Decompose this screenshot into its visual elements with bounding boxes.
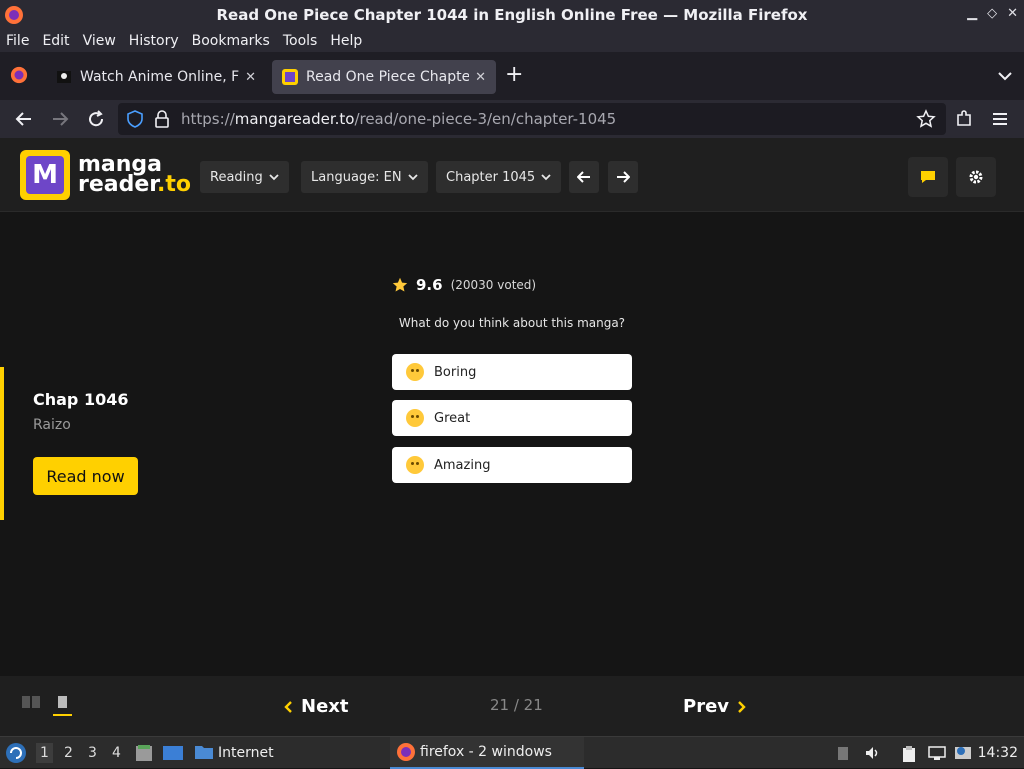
chevron-down-icon xyxy=(269,174,279,181)
tab-label: Read One Piece Chapter xyxy=(306,69,470,85)
menu-history[interactable]: History xyxy=(129,33,179,49)
chevron-right-icon xyxy=(738,700,746,713)
file-manager-icon[interactable] xyxy=(134,743,154,767)
reader-bottom-bar: Next 21 / 21 Prev xyxy=(0,676,1024,736)
logo-mark: M xyxy=(20,150,70,200)
tab-watch-anime[interactable]: Watch Anime Online, Free ✕ xyxy=(46,60,266,94)
taskbar-firefox[interactable]: firefox - 2 windows xyxy=(390,737,584,769)
firefox-icon xyxy=(397,743,415,761)
reader-main: Chap 1046 Raizo Read now 9.6 (20030 vote… xyxy=(0,212,1024,676)
next-chapter-card: Chap 1046 Raizo Read now xyxy=(0,367,200,520)
comments-button[interactable] xyxy=(908,157,948,197)
menu-bookmarks[interactable]: Bookmarks xyxy=(192,33,270,49)
double-page-icon[interactable] xyxy=(21,694,41,713)
hamburger-menu-icon[interactable] xyxy=(990,109,1010,133)
next-chapter-button[interactable] xyxy=(608,161,638,193)
tab-close-icon[interactable]: ✕ xyxy=(475,70,486,85)
lock-icon[interactable] xyxy=(154,110,170,132)
firefox-view-icon[interactable] xyxy=(10,66,28,88)
clipboard-icon[interactable] xyxy=(900,745,918,767)
prev-chapter-button[interactable] xyxy=(569,161,599,193)
vote-amazing-button[interactable]: Amazing xyxy=(392,447,632,483)
extensions-icon[interactable] xyxy=(954,109,974,133)
volume-icon[interactable] xyxy=(864,745,880,765)
battery-icon[interactable] xyxy=(836,745,850,765)
start-menu-icon[interactable] xyxy=(5,742,27,768)
new-tab-icon[interactable]: + xyxy=(505,62,523,87)
smiley-face-icon xyxy=(406,409,424,427)
pirate-flag-icon xyxy=(56,69,72,85)
network-icon[interactable] xyxy=(928,745,946,765)
shield-icon[interactable] xyxy=(126,110,144,132)
tired-face-icon xyxy=(406,363,424,381)
forward-arrow-icon[interactable] xyxy=(50,109,70,133)
rating-score: 9.6 xyxy=(416,276,443,294)
single-page-icon[interactable] xyxy=(57,694,68,713)
chat-bubble-icon xyxy=(921,171,935,183)
workspace-1[interactable]: 1 xyxy=(36,743,53,763)
workspace-2[interactable]: 2 xyxy=(64,745,73,761)
star-eyes-face-icon xyxy=(406,456,424,474)
url-bar[interactable]: https://mangareader.to/read/one-piece-3/… xyxy=(118,103,946,135)
vote-boring-button[interactable]: Boring xyxy=(392,354,632,390)
chapter-select[interactable]: Chapter 1045 xyxy=(436,161,562,193)
next-page-button[interactable]: Next xyxy=(283,696,349,717)
rating-votes: (20030 voted) xyxy=(450,278,537,292)
clock: 14:32 xyxy=(977,745,1018,761)
menu-view[interactable]: View xyxy=(83,33,116,49)
url-text[interactable]: https://mangareader.to/read/one-piece-3/… xyxy=(181,110,616,128)
tab-read-one-piece[interactable]: Read One Piece Chapter ✕ xyxy=(272,60,496,94)
maximize-icon[interactable]: ◇ xyxy=(987,6,997,21)
read-now-button[interactable]: Read now xyxy=(33,457,138,495)
language-select[interactable]: Language: EN xyxy=(301,161,428,193)
rating-summary: 9.6 (20030 voted) xyxy=(392,276,536,294)
active-mode-indicator xyxy=(53,714,72,716)
tab-label: Watch Anime Online, Free xyxy=(80,69,239,85)
chevron-left-icon xyxy=(284,700,292,713)
reload-icon[interactable] xyxy=(86,109,106,133)
system-taskbar: 1 2 3 4 Internet firefox - 2 windows 14:… xyxy=(0,736,1024,769)
logo-wordmark: manga reader.to xyxy=(78,152,191,197)
site-header: M manga reader.to Reading Language: EN C… xyxy=(0,138,1024,212)
arrow-left-icon xyxy=(577,171,590,183)
back-arrow-icon[interactable] xyxy=(14,109,34,133)
desktop-icon[interactable] xyxy=(162,743,184,767)
update-notification-icon[interactable] xyxy=(954,745,972,765)
rating-question: What do you think about this manga? xyxy=(398,316,626,330)
scanlation-group: Raizo xyxy=(33,417,71,433)
bookmark-star-icon[interactable] xyxy=(916,109,936,133)
workspace-4[interactable]: 4 xyxy=(112,745,121,761)
star-icon xyxy=(392,277,408,292)
menu-tools[interactable]: Tools xyxy=(283,33,318,49)
chevron-down-icon[interactable] xyxy=(998,66,1012,85)
menu-bar: File Edit View History Bookmarks Tools H… xyxy=(0,30,1024,52)
chevron-down-icon xyxy=(541,174,551,181)
menu-help[interactable]: Help xyxy=(330,33,362,49)
settings-button[interactable] xyxy=(956,157,996,197)
page-counter: 21 / 21 xyxy=(490,696,543,714)
next-chapter-title: Chap 1046 xyxy=(33,390,129,409)
mangareader-favicon-icon xyxy=(282,69,298,85)
firefox-icon xyxy=(4,5,24,29)
tab-close-icon[interactable]: ✕ xyxy=(245,70,256,85)
menu-file[interactable]: File xyxy=(6,33,29,49)
navigation-bar: https://mangareader.to/read/one-piece-3/… xyxy=(0,100,1024,138)
close-icon[interactable]: ✕ xyxy=(1007,6,1018,21)
window-title: Read One Piece Chapter 1044 in English O… xyxy=(216,6,808,24)
chevron-down-icon xyxy=(407,174,418,181)
mangareader-logo[interactable]: M manga reader.to xyxy=(20,150,191,200)
window-titlebar: Read One Piece Chapter 1044 in English O… xyxy=(0,0,1024,30)
folder-icon[interactable] xyxy=(194,743,214,765)
gear-icon xyxy=(969,170,983,184)
vote-great-button[interactable]: Great xyxy=(392,400,632,436)
workspace-3[interactable]: 3 xyxy=(88,745,97,761)
prev-page-button[interactable]: Prev xyxy=(683,696,747,717)
arrow-right-icon xyxy=(617,171,630,183)
menu-edit[interactable]: Edit xyxy=(42,33,69,49)
reading-mode-select[interactable]: Reading xyxy=(200,161,289,193)
launcher-internet[interactable]: Internet xyxy=(218,745,274,761)
minimize-icon[interactable]: ▁ xyxy=(967,6,977,21)
